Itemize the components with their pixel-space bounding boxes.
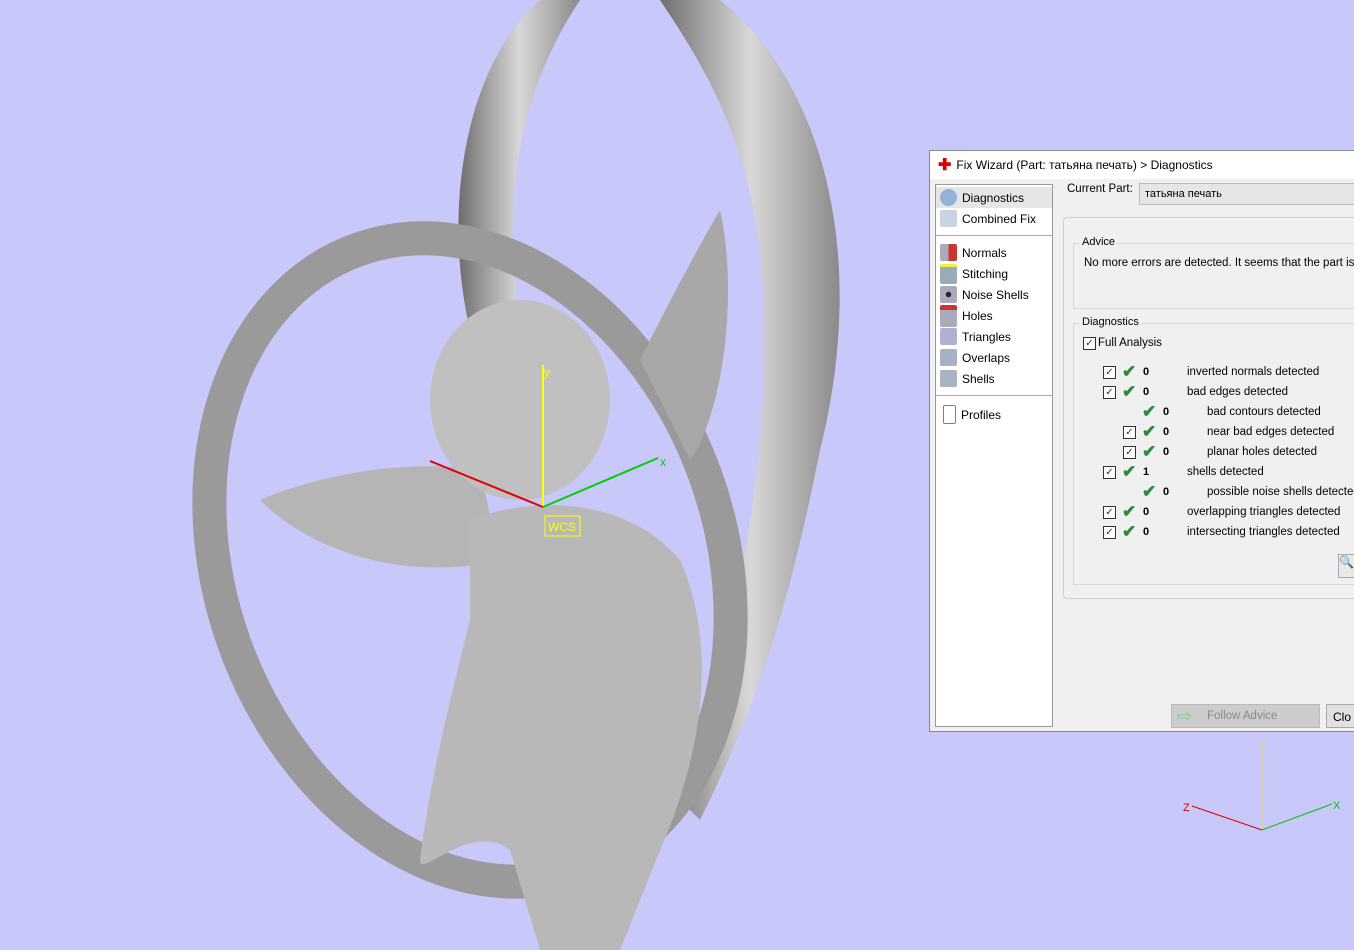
row-checkbox[interactable]: ✓ xyxy=(1103,506,1116,519)
follow-advice-button[interactable]: ⇨ Follow Advice xyxy=(1171,704,1320,728)
row-label: bad edges detected xyxy=(1187,386,1289,398)
row-count: 0 xyxy=(1143,526,1150,538)
nav-holes[interactable]: Holes xyxy=(936,304,1052,327)
combined-fix-icon xyxy=(940,210,957,227)
row-label: overlapping triangles detected xyxy=(1187,506,1341,518)
nav-label: Diagnostics xyxy=(962,190,1025,205)
row-label: intersecting triangles detected xyxy=(1187,526,1340,538)
full-analysis-checkbox[interactable]: ✓ xyxy=(1083,337,1096,350)
title-bar[interactable]: ✚ Fix Wizard (Part: татьяна печать) > Di… xyxy=(930,151,1354,179)
nav-diagnostics[interactable]: Diagnostics xyxy=(936,187,1052,208)
stitching-icon xyxy=(940,263,957,284)
full-analysis-label: Full Analysis xyxy=(1098,337,1162,349)
check-icon: ✔ xyxy=(1122,522,1137,541)
triad-x-label: X xyxy=(1333,800,1341,812)
magnifier-button[interactable]: 🔍 xyxy=(1338,554,1354,578)
fix-wizard-dialog: ✚ Fix Wizard (Part: татьяна печать) > Di… xyxy=(929,150,1354,732)
row-checkbox[interactable]: ✓ xyxy=(1103,386,1116,399)
row-checkbox[interactable]: ✓ xyxy=(1103,366,1116,379)
current-part-select[interactable]: татьяна печать xyxy=(1139,183,1354,205)
row-label: planar holes detected xyxy=(1207,446,1317,458)
nav-label: Profiles xyxy=(961,407,1002,422)
row-label: near bad edges detected xyxy=(1207,426,1335,438)
row-count: 1 xyxy=(1143,466,1150,478)
row-checkbox[interactable]: ✓ xyxy=(1103,526,1116,539)
nav-label: Holes xyxy=(962,308,993,323)
nav-label: Combined Fix xyxy=(962,211,1037,226)
wizard-nav: Diagnostics Combined Fix Normals Stitchi… xyxy=(935,184,1053,727)
row-checkbox[interactable]: ✓ xyxy=(1123,426,1136,439)
row-label: bad contours detected xyxy=(1207,406,1321,418)
row-count: 0 xyxy=(1143,386,1150,398)
shells-icon xyxy=(940,370,957,387)
triad-y-label: Y xyxy=(1258,739,1266,751)
diagnostics-title: Diagnostics xyxy=(1080,316,1141,328)
check-icon: ✔ xyxy=(1142,482,1157,501)
nav-label: Shells xyxy=(962,371,995,386)
check-icon: ✔ xyxy=(1122,362,1137,381)
nav-normals[interactable]: Normals xyxy=(936,242,1052,263)
row-checkbox[interactable]: ✓ xyxy=(1103,466,1116,479)
follow-advice-label: Follow Advice xyxy=(1207,710,1278,722)
triangles-icon xyxy=(940,328,957,345)
nav-label: Noise Shells xyxy=(962,287,1029,302)
normals-icon xyxy=(940,244,957,261)
magnifier-icon: 🔍 xyxy=(1339,555,1354,569)
advice-text: No more errors are detected. It seems th… xyxy=(1084,257,1354,269)
row-label: inverted normals detected xyxy=(1187,366,1320,378)
magnifier-icon xyxy=(940,189,957,206)
check-icon: ✔ xyxy=(1142,402,1157,421)
arrow-right-icon: ⇨ xyxy=(1177,705,1193,726)
wcs-label: WCS xyxy=(548,520,576,534)
nav-overlaps[interactable]: Overlaps xyxy=(936,347,1052,368)
nav-shells[interactable]: Shells xyxy=(936,368,1052,389)
row-count: 0 xyxy=(1163,406,1170,418)
row-count: 0 xyxy=(1143,366,1150,378)
nav-label: Stitching xyxy=(962,266,1009,281)
nav-label: Overlaps xyxy=(962,350,1011,365)
nav-label: Normals xyxy=(962,245,1007,260)
red-cross-icon: ✚ xyxy=(938,157,952,174)
nav-triangles[interactable]: Triangles xyxy=(936,326,1052,347)
dialog-title: Fix Wizard (Part: татьяна печать) > Diag… xyxy=(956,158,1213,172)
row-count: 0 xyxy=(1143,506,1150,518)
row-label: shells detected xyxy=(1187,466,1264,478)
triad-z-label: Z xyxy=(1183,802,1190,814)
close-button[interactable]: Clo xyxy=(1326,704,1354,728)
row-count: 0 xyxy=(1163,446,1170,458)
nav-stitching[interactable]: Stitching xyxy=(936,263,1052,284)
check-icon: ✔ xyxy=(1122,382,1137,401)
row-count: 0 xyxy=(1163,486,1170,498)
overlaps-icon xyxy=(940,349,957,366)
row-label: possible noise shells detected xyxy=(1207,486,1354,498)
holes-icon xyxy=(940,304,957,327)
check-icon: ✔ xyxy=(1142,422,1157,441)
row-checkbox[interactable]: ✓ xyxy=(1123,446,1136,459)
angel-model xyxy=(192,0,840,950)
axis-y-label: y xyxy=(544,365,550,379)
nav-label: Triangles xyxy=(962,329,1011,344)
advice-group: Advice No more errors are detected. It s… xyxy=(1073,236,1354,309)
noise-shells-icon xyxy=(940,286,957,303)
check-icon: ✔ xyxy=(1122,502,1137,521)
nav-noise-shells[interactable]: Noise Shells xyxy=(936,284,1052,305)
current-part-label: Current Part: xyxy=(1067,183,1133,195)
nav-profiles[interactable]: Profiles xyxy=(936,404,1052,425)
check-icon: ✔ xyxy=(1142,442,1157,461)
row-count: 0 xyxy=(1163,426,1170,438)
check-icon: ✔ xyxy=(1122,462,1137,481)
orientation-triad xyxy=(1191,745,1333,831)
nav-combined-fix[interactable]: Combined Fix xyxy=(936,208,1052,229)
profiles-icon xyxy=(943,405,956,424)
advice-title: Advice xyxy=(1080,236,1118,248)
axis-x-label: x xyxy=(660,455,666,469)
